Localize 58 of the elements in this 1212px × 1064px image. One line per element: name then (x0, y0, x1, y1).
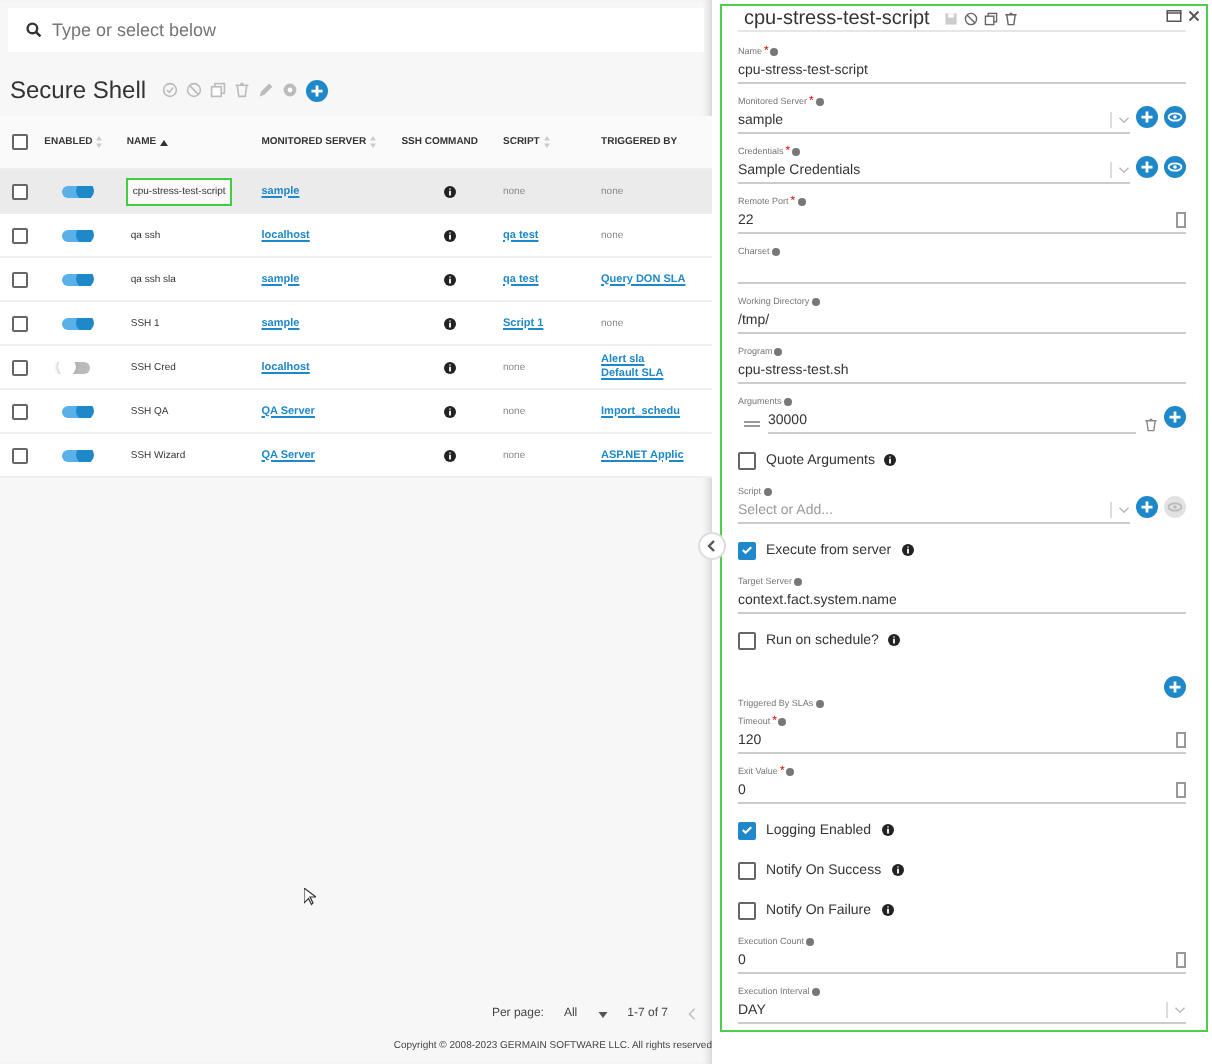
sort-up-icon[interactable] (160, 139, 169, 145)
enabled-toggle[interactable] (62, 273, 91, 285)
row-checkbox[interactable] (11, 271, 28, 287)
enabled-toggle[interactable] (62, 405, 91, 417)
add-button[interactable] (1164, 676, 1186, 698)
add-button[interactable] (1136, 106, 1158, 128)
search-icon (26, 22, 42, 38)
trash-icon[interactable] (1144, 417, 1158, 431)
view-button[interactable] (1164, 156, 1186, 178)
add-button[interactable] (1164, 406, 1186, 428)
row-checkbox[interactable] (11, 227, 28, 243)
info-icon[interactable] (901, 544, 914, 556)
info-icon[interactable] (443, 229, 456, 241)
info-icon[interactable] (881, 824, 894, 836)
ban-icon[interactable] (963, 11, 978, 25)
checkbox[interactable] (738, 451, 756, 469)
row-checkbox[interactable] (11, 447, 28, 463)
info-icon[interactable] (891, 864, 904, 876)
copy-icon[interactable] (983, 11, 998, 25)
view-button[interactable] (1164, 106, 1186, 128)
close-icon[interactable] (1188, 10, 1200, 22)
info-icon[interactable] (443, 185, 456, 197)
checkbox[interactable] (738, 861, 756, 879)
mouse-cursor-icon (304, 888, 316, 906)
enabled-toggle[interactable] (62, 229, 91, 241)
row-checkbox[interactable] (11, 403, 28, 419)
maximize-icon[interactable] (1166, 10, 1182, 22)
info-icon[interactable] (443, 273, 456, 285)
info-icon[interactable] (881, 904, 894, 916)
info-icon[interactable] (884, 454, 897, 466)
trash-icon[interactable] (1003, 11, 1018, 25)
checkbox[interactable] (738, 631, 756, 649)
select-all-checkbox[interactable] (11, 134, 28, 150)
enabled-toggle[interactable] (62, 361, 91, 373)
info-icon[interactable] (888, 634, 901, 646)
info-icon[interactable] (443, 317, 456, 329)
checkbox[interactable] (738, 901, 756, 919)
page-title: Secure Shell (10, 76, 147, 104)
enabled-toggle[interactable] (62, 317, 91, 329)
enabled-toggle[interactable] (62, 449, 91, 461)
row-checkbox[interactable] (11, 359, 28, 375)
caret-down-icon[interactable] (597, 1011, 608, 1017)
check-circle-icon[interactable] (162, 82, 179, 98)
info-icon[interactable] (443, 405, 456, 417)
checkbox[interactable] (738, 821, 756, 839)
add-button[interactable] (306, 79, 329, 101)
info-icon[interactable] (443, 449, 456, 461)
enabled-toggle[interactable] (62, 185, 91, 197)
drag-handle-icon[interactable] (744, 420, 760, 428)
collapse-handle[interactable] (698, 532, 726, 560)
search-field[interactable]: Type or select below (8, 8, 704, 52)
panel-title: cpu-stress-test-script (744, 7, 930, 29)
row-checkbox[interactable] (11, 183, 28, 199)
row-checkbox[interactable] (11, 315, 28, 331)
add-button[interactable] (1136, 496, 1158, 518)
checkbox[interactable] (738, 541, 756, 559)
add-button[interactable] (1136, 156, 1158, 178)
info-icon[interactable] (443, 361, 456, 373)
